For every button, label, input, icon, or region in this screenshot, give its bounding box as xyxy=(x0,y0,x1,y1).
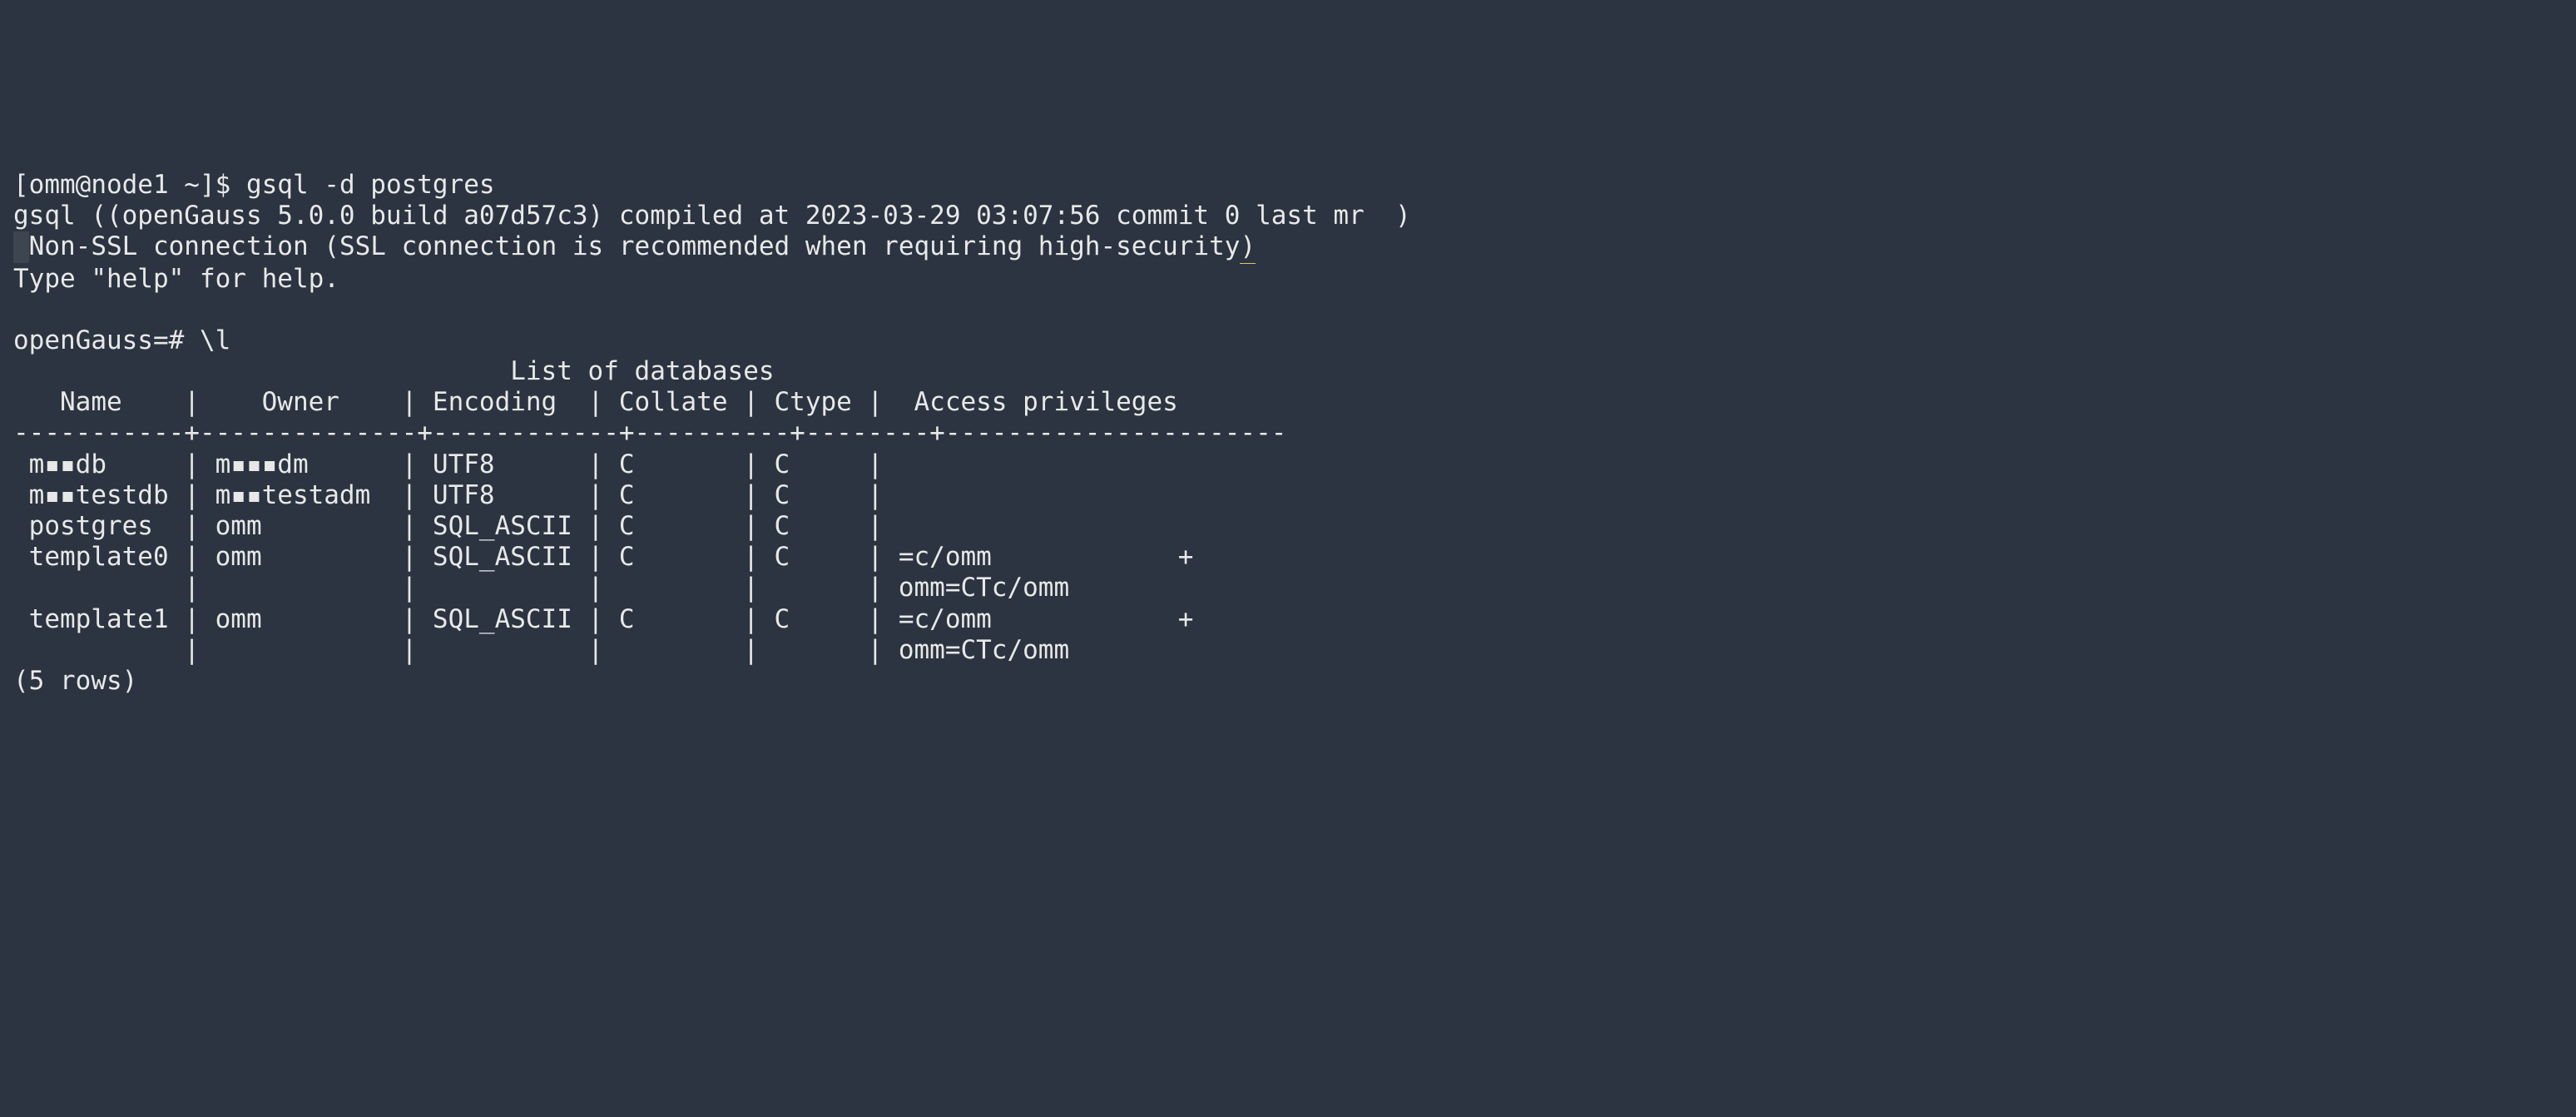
db-table: List of databases Name | Owner | Encodin… xyxy=(13,356,1286,696)
shell-prompt: [omm@node1 ~]$ xyxy=(13,170,246,200)
ssl-warning-prefix: Non-SSL connection xyxy=(29,231,324,261)
ssl-warning-tail: ) xyxy=(1240,231,1256,263)
shell-command: gsql -d postgres xyxy=(246,170,495,200)
highlight-bar xyxy=(13,231,29,262)
help-line: Type "help" for help. xyxy=(13,264,339,294)
gauss-prompt: openGauss=# xyxy=(13,325,200,355)
terminal-output[interactable]: [omm@node1 ~]$ gsql -d postgres gsql ((o… xyxy=(0,155,2576,710)
gauss-command: \l xyxy=(200,325,230,355)
ssl-warning-mid: (SSL connection is recommended when requ… xyxy=(324,231,1240,261)
version-line: gsql ((openGauss 5.0.0 build a07d57c3) c… xyxy=(13,201,1411,231)
